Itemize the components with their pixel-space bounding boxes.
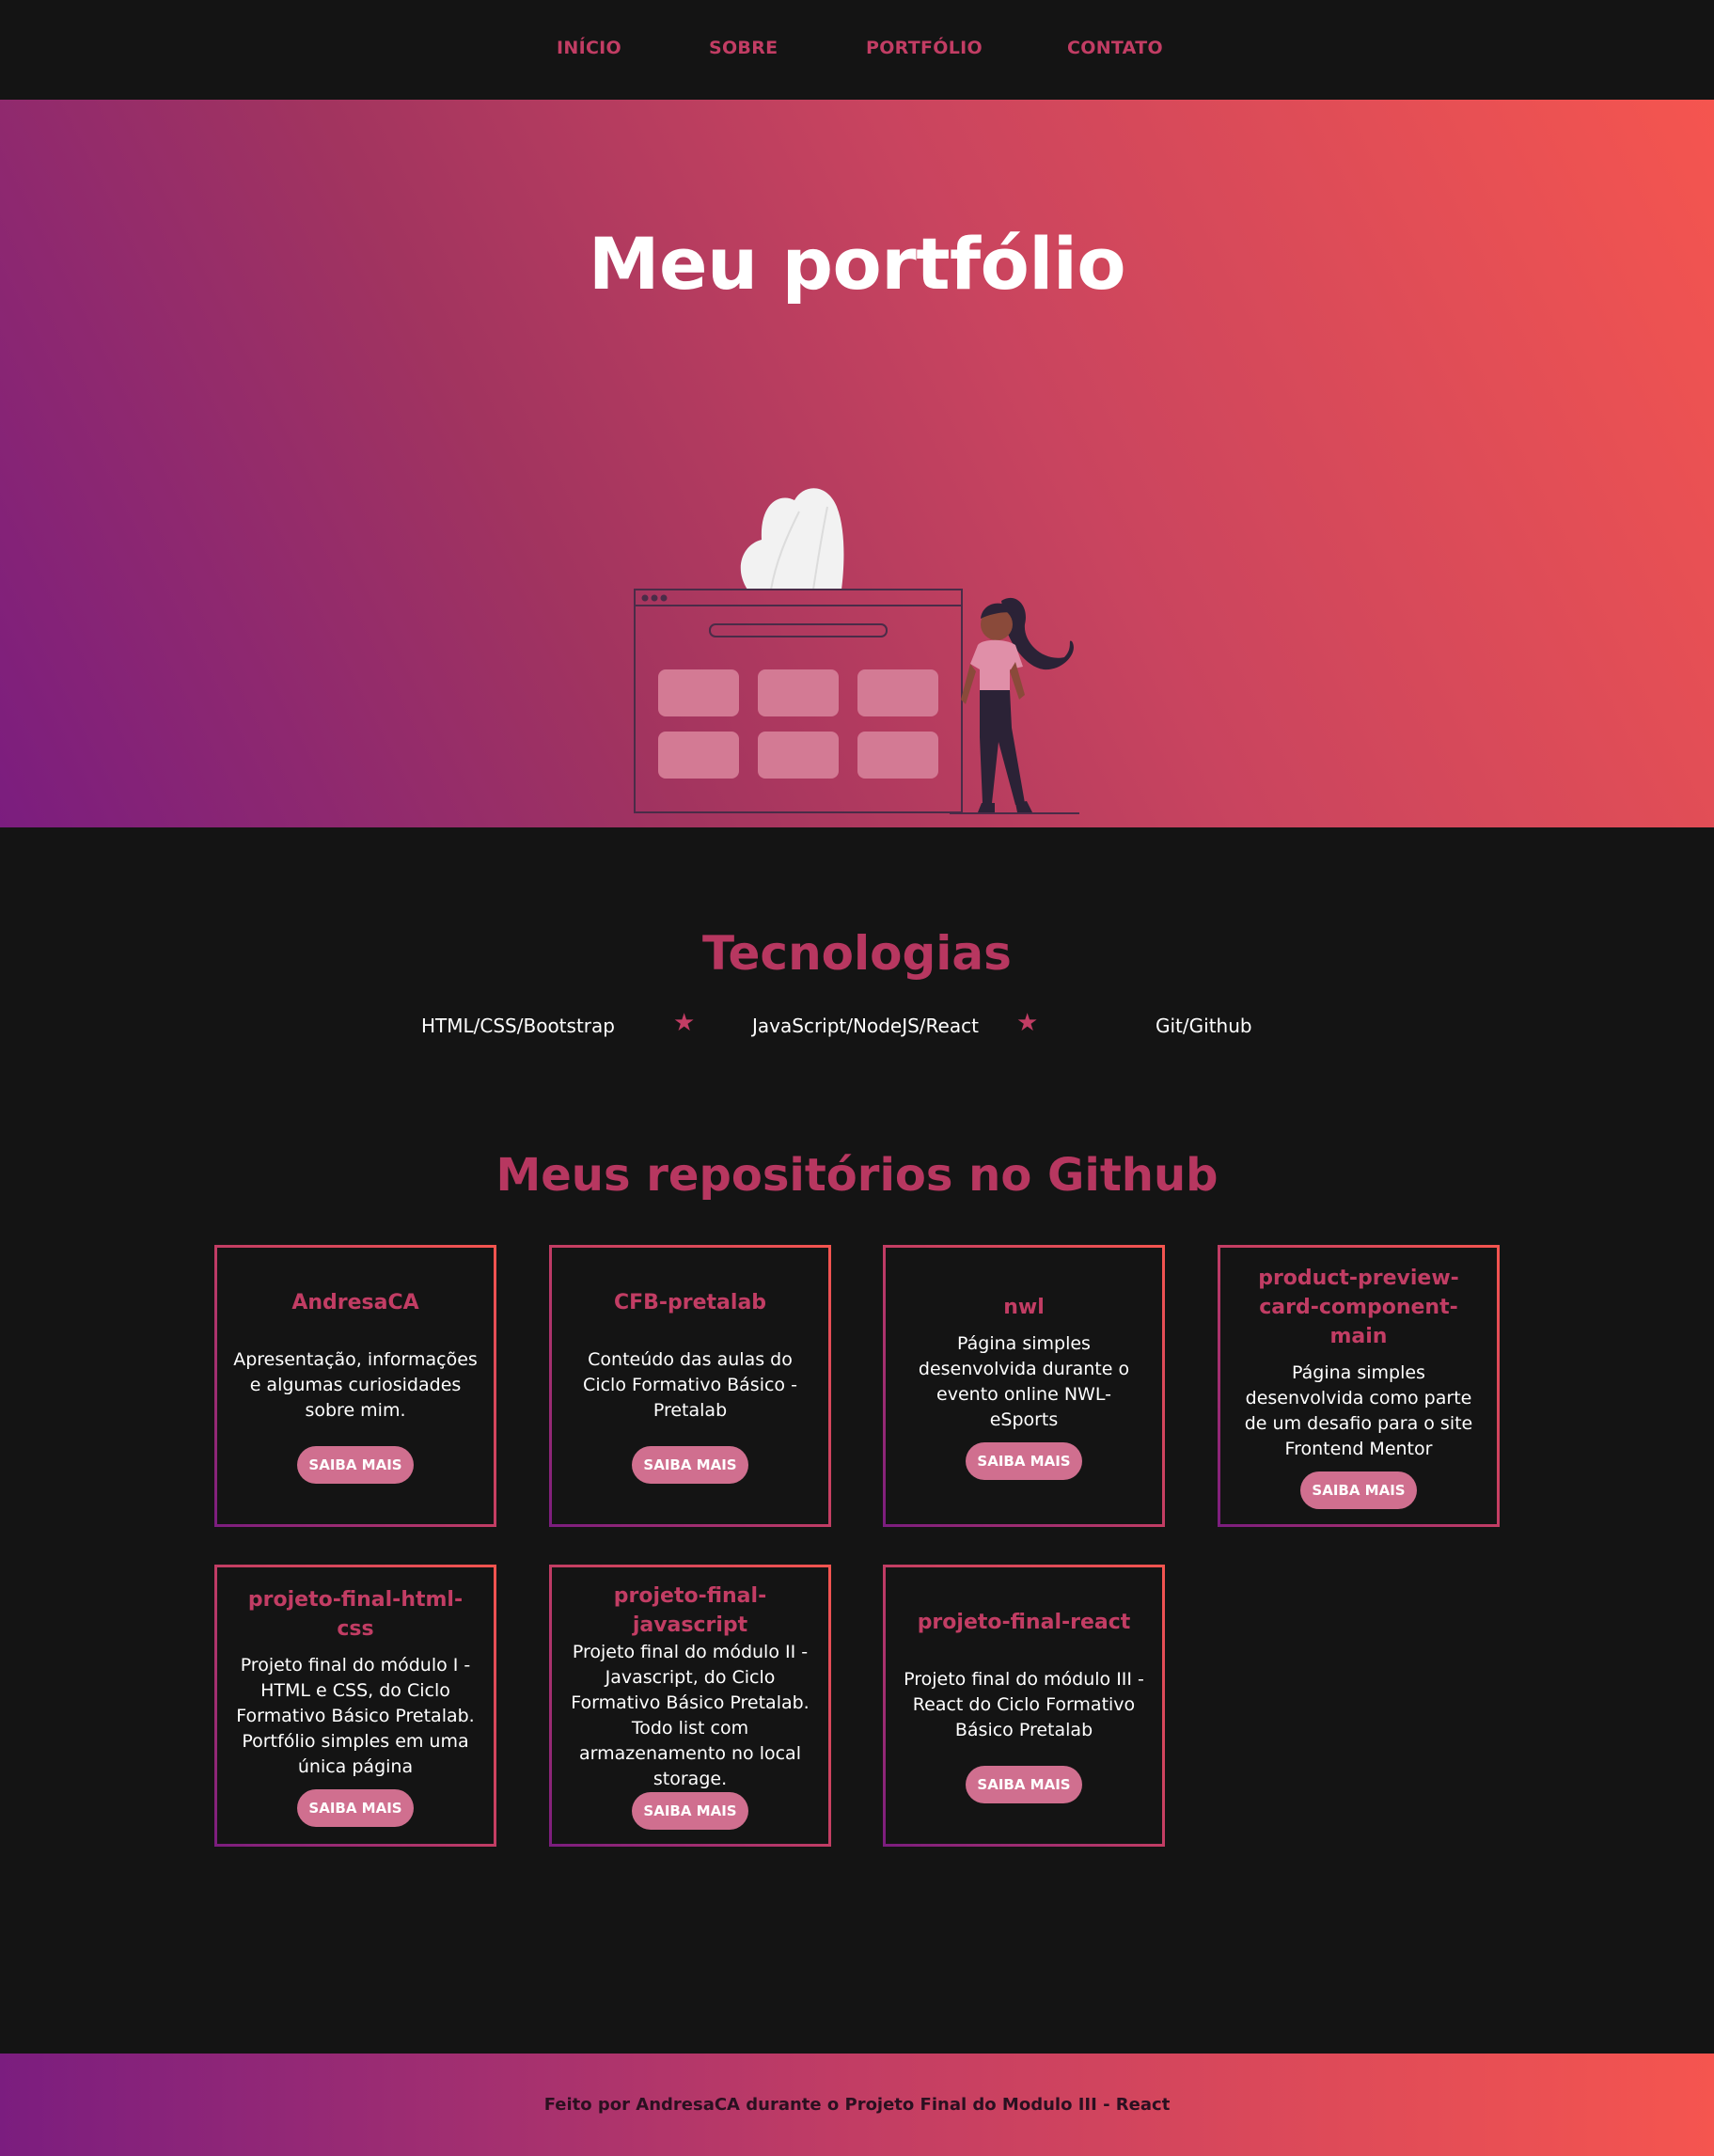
repo-card-description: Página simples desenvolvida durante o ev…: [918, 1332, 1130, 1430]
repo-card-nwl: nwl Página simples desenvolvida durante …: [883, 1245, 1165, 1527]
saiba-mais-button[interactable]: SAIBA MAIS: [966, 1766, 1082, 1803]
nav-link-portfolio[interactable]: PORTFÓLIO: [866, 38, 983, 58]
browser-window-icon: [634, 589, 963, 813]
repo-card-title: nwl: [1003, 1295, 1045, 1319]
footer: Feito por AndresaCA durante o Projeto Fi…: [0, 2054, 1714, 2156]
repo-card-andresaca: AndresaCA Apresentação, informações e al…: [214, 1245, 496, 1527]
repo-card-title: projeto-final-html-css: [247, 1587, 464, 1641]
star-icon: ★: [673, 1009, 696, 1037]
repo-card-description: Página simples desenvolvida como parte d…: [1244, 1361, 1473, 1459]
repo-card-description: Projeto final do módulo II - Javascript,…: [571, 1642, 810, 1789]
repo-card-projeto-final-javascript: projeto-final-javascript Projeto final d…: [549, 1565, 831, 1847]
saiba-mais-button[interactable]: SAIBA MAIS: [1300, 1471, 1417, 1509]
tech-item-html-css: HTML/CSS/Bootstrap: [421, 1015, 615, 1037]
page-title: Meu portfólio: [588, 222, 1126, 306]
nav-link-contato[interactable]: CONTATO: [1067, 38, 1163, 58]
saiba-mais-button[interactable]: SAIBA MAIS: [297, 1788, 414, 1827]
repo-card-title: projeto-final-react: [917, 1611, 1131, 1634]
saiba-mais-button[interactable]: SAIBA MAIS: [632, 1446, 748, 1484]
saiba-mais-button[interactable]: SAIBA MAIS: [632, 1792, 748, 1830]
repo-card-projeto-final-html-css: projeto-final-html-css Projeto final do …: [214, 1565, 496, 1847]
repo-card-title: projeto-final-javascript: [613, 1584, 767, 1637]
saiba-mais-button[interactable]: SAIBA MAIS: [297, 1446, 414, 1484]
portfolio-illustration: [634, 488, 1079, 814]
nav-link-sobre[interactable]: SOBRE: [709, 38, 778, 58]
repo-card-description: Projeto final do módulo I - HTML e CSS, …: [236, 1654, 475, 1777]
repo-card-cfb-pretalab: CFB-pretalab Conteúdo das aulas do Ciclo…: [549, 1245, 831, 1527]
repo-card-description: Conteúdo das aulas do Ciclo Formativo Bá…: [583, 1349, 797, 1421]
repos-section-title: Meus repositórios no Github: [495, 1149, 1219, 1202]
tech-item-git: Git/Github: [1156, 1015, 1252, 1037]
repo-card-title: product-preview-card-component-main: [1258, 1266, 1459, 1348]
repo-card-product-preview: product-preview-card-component-main Pági…: [1218, 1245, 1500, 1527]
repo-card-description: Projeto final do módulo III - React do C…: [904, 1669, 1144, 1740]
tech-section-title: Tecnologias: [702, 926, 1012, 981]
star-icon: ★: [1016, 1009, 1039, 1037]
hero-section: Meu portfólio: [0, 100, 1714, 827]
nav-link-inicio[interactable]: INÍCIO: [557, 38, 621, 58]
woman-figure-icon: [950, 597, 1079, 814]
repo-card-projeto-final-react: projeto-final-react Projeto final do mód…: [883, 1565, 1165, 1847]
repo-card-title: CFB-pretalab: [613, 1291, 767, 1314]
leaf-icon: [740, 488, 844, 590]
repo-card-description: Apresentação, informações e algumas curi…: [233, 1349, 478, 1421]
tech-item-js: JavaScript/NodeJS/React: [752, 1015, 979, 1037]
repo-card-title: AndresaCA: [291, 1291, 419, 1314]
saiba-mais-button[interactable]: SAIBA MAIS: [966, 1441, 1082, 1480]
top-navigation: INÍCIO SOBRE PORTFÓLIO CONTATO: [0, 0, 1714, 100]
footer-text: Feito por AndresaCA durante o Projeto Fi…: [543, 2095, 1171, 2115]
